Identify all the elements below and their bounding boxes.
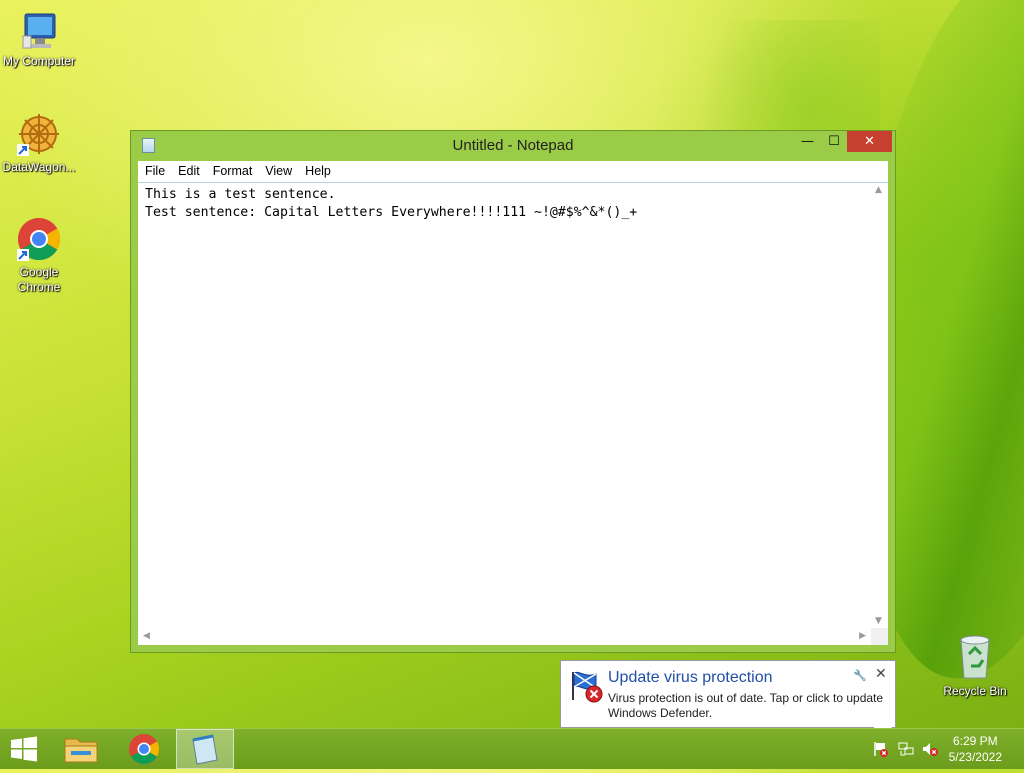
desktop-icon-label: My Computer (2, 54, 76, 68)
folder-icon (64, 738, 98, 763)
taskbar-clock[interactable]: 6:29 PM 5/23/2022 (949, 733, 1002, 765)
chrome-icon (129, 734, 160, 765)
action-center-flag-icon[interactable] (873, 741, 889, 761)
clock-date: 5/23/2022 (948, 750, 1002, 764)
text-editor[interactable]: This is a test sentence. Test sentence: … (138, 183, 871, 628)
taskbar: 6:29 PM 5/23/2022 (0, 728, 1024, 769)
desktop-icon-label: DataWagon... (2, 160, 76, 174)
desktop-icon-google-chrome[interactable]: Google Chrome (0, 215, 78, 295)
network-icon[interactable] (898, 741, 914, 761)
maximize-button[interactable]: ☐ (821, 131, 847, 152)
menu-edit[interactable]: Edit (171, 161, 206, 180)
menu-bar: File Edit Format View Help (138, 161, 888, 182)
minimize-button[interactable]: — (795, 131, 820, 152)
notification-close-button[interactable]: ✕ (875, 666, 887, 682)
recycle-bin-icon (960, 635, 990, 679)
scroll-down-icon[interactable]: ▼ (875, 616, 882, 626)
taskbar-file-explorer[interactable] (57, 729, 105, 769)
scroll-right-icon[interactable]: ▶ (859, 631, 866, 641)
clock-time: 6:29 PM (952, 734, 998, 748)
pin-icon[interactable]: 🔧 (853, 669, 867, 682)
desktop-icon-datawagon[interactable]: DataWagon... (0, 110, 78, 175)
menu-format[interactable]: Format (206, 161, 259, 180)
horizontal-scrollbar[interactable]: ◀ ▶ (138, 628, 871, 645)
title-bar[interactable]: Untitled - Notepad — ☐ ✕ (131, 131, 895, 161)
editor-area: This is a test sentence. Test sentence: … (138, 182, 888, 645)
defender-notification[interactable]: Update virus protection Virus protection… (560, 660, 898, 743)
recycle-bin-label: Recycle Bin (943, 684, 1007, 698)
desktop-icon-recycle-bin[interactable]: Recycle Bin (940, 632, 1010, 698)
start-button[interactable] (0, 729, 48, 769)
notification-title[interactable]: Update virus protection (608, 669, 773, 687)
resize-grip[interactable] (871, 628, 888, 645)
notepad-icon (192, 734, 218, 765)
taskbar-notepad[interactable] (176, 729, 234, 769)
volume-muted-icon[interactable] (922, 741, 938, 761)
menu-help[interactable]: Help (298, 161, 337, 180)
vertical-scrollbar[interactable]: ▲ ▼ (871, 183, 888, 628)
close-button[interactable]: ✕ (847, 131, 892, 152)
notification-body[interactable]: Virus protection is out of date. Tap or … (608, 691, 898, 721)
menu-file[interactable]: File (138, 161, 171, 180)
window-title: Untitled - Notepad (452, 137, 574, 154)
scroll-left-icon[interactable]: ◀ (143, 631, 150, 641)
desktop-icon-label: Google Chrome (17, 265, 61, 294)
computer-icon (22, 13, 56, 49)
scroll-up-icon[interactable]: ▲ (875, 185, 882, 195)
datawagon-icon (17, 114, 59, 156)
windows-logo-icon (11, 736, 37, 762)
defender-flag-error-icon (572, 671, 603, 703)
chrome-icon (17, 218, 61, 261)
desktop-icon-my-computer[interactable]: My Computer (0, 10, 78, 69)
notepad-window[interactable]: Untitled - Notepad — ☐ ✕ File Edit Format V… (130, 130, 896, 653)
taskbar-google-chrome[interactable] (120, 729, 168, 769)
menu-view[interactable]: View (258, 161, 298, 180)
